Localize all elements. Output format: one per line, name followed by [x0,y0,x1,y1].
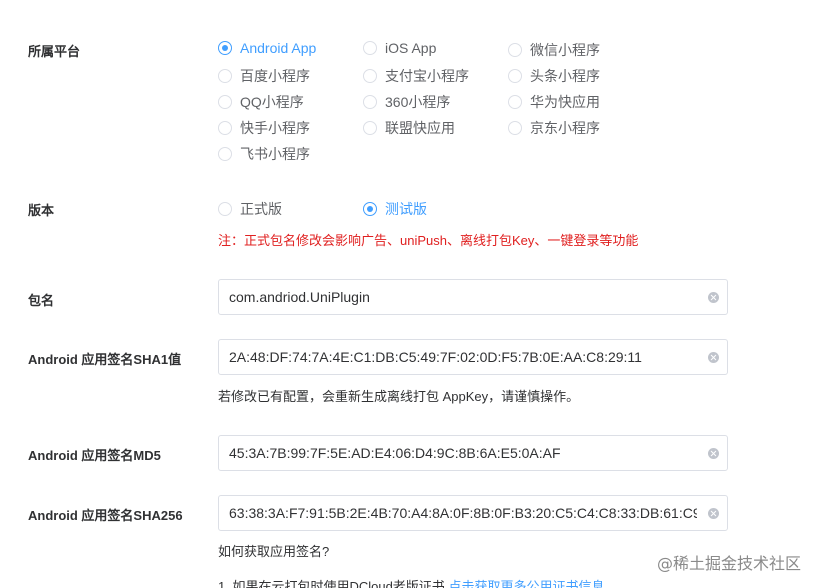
radio-unchecked-icon [508,43,522,57]
input-value: com.andriod.UniPlugin [229,289,370,305]
sha256-label: Android 应用签名SHA256 [28,508,183,523]
radio-jd-mini[interactable]: 京东小程序 [508,118,600,138]
input-value: 63:38:3A:F7:91:5B:2E:4B:70:A4:8A:0F:8B:0… [229,505,697,521]
radio-unchecked-icon [218,95,232,109]
radio-label: 测试版 [385,201,427,217]
radio-android-app[interactable]: Android App [218,40,316,56]
radio-checked-icon [218,41,232,55]
version-warning-note: 注：正式包名修改会影响广告、uniPush、离线打包Key、一键登录等功能 [218,233,639,248]
radio-test[interactable]: 测试版 [363,199,427,219]
help-line-text: 1. 如果在云打包时使用DCloud老版证书 [218,579,445,588]
radio-kuaishou-mini[interactable]: 快手小程序 [218,118,310,138]
radio-unchecked-icon [363,41,377,55]
radio-label: 联盟快应用 [385,120,455,136]
radio-label: 京东小程序 [530,120,600,136]
radio-checked-icon [363,202,377,216]
radio-unchecked-icon [218,121,232,135]
radio-label: 微信小程序 [530,42,600,58]
radio-release[interactable]: 正式版 [218,199,282,219]
package-label: 包名 [28,293,55,308]
radio-unchecked-icon [363,95,377,109]
radio-alipay-mini[interactable]: 支付宝小程序 [363,66,469,86]
radio-unchecked-icon [218,147,232,161]
radio-label: 快手小程序 [240,120,310,136]
platform-label: 所属平台 [28,44,81,59]
radio-label: 华为快应用 [530,94,600,110]
radio-unchecked-icon [508,121,522,135]
radio-unchecked-icon [508,95,522,109]
radio-baidu-mini[interactable]: 百度小程序 [218,66,310,86]
radio-label: 百度小程序 [240,68,310,84]
sha1-helper-text: 若修改已有配置，会重新生成离线打包 AppKey，请谨慎操作。 [218,389,580,404]
radio-unchecked-icon [218,202,232,216]
radio-ios-app[interactable]: iOS App [363,40,436,56]
radio-label: iOS App [385,40,437,56]
sha1-input[interactable]: 2A:48:DF:74:7A:4E:C1:DB:C5:49:7F:02:0D:F… [218,339,728,375]
public-cert-link[interactable]: 点击获取更多公用证书信息 [448,579,604,588]
radio-union-quickapp[interactable]: 联盟快应用 [363,118,455,138]
signature-help-line: 1. 如果在云打包时使用DCloud老版证书 点击获取更多公用证书信息 [218,576,604,588]
signature-help-title: 如何获取应用签名? [218,544,330,559]
package-input[interactable]: com.andriod.UniPlugin [218,279,728,315]
radio-toutiao-mini[interactable]: 头条小程序 [508,66,600,86]
radio-label: QQ小程序 [240,94,304,110]
radio-label: 头条小程序 [530,68,600,84]
watermark: @稀土掘金技术社区 [656,554,801,573]
radio-label: 支付宝小程序 [385,68,469,84]
radio-label: 正式版 [240,201,282,217]
input-value: 2A:48:DF:74:7A:4E:C1:DB:C5:49:7F:02:0D:F… [229,349,642,365]
clear-icon[interactable] [708,352,719,363]
clear-icon[interactable] [708,508,719,519]
md5-label: Android 应用签名MD5 [28,448,161,463]
radio-label: 360小程序 [385,94,451,110]
radio-qq-mini[interactable]: QQ小程序 [218,92,304,112]
clear-icon[interactable] [708,448,719,459]
sha256-input[interactable]: 63:38:3A:F7:91:5B:2E:4B:70:A4:8A:0F:8B:0… [218,495,728,531]
input-value: 45:3A:7B:99:7F:5E:AD:E4:06:D4:9C:8B:6A:E… [229,445,561,461]
radio-label: 飞书小程序 [240,146,310,162]
version-label: 版本 [28,203,55,218]
radio-feishu-mini[interactable]: 飞书小程序 [218,144,310,164]
radio-label: Android App [240,40,317,56]
md5-input[interactable]: 45:3A:7B:99:7F:5E:AD:E4:06:D4:9C:8B:6A:E… [218,435,728,471]
radio-huawei-quickapp[interactable]: 华为快应用 [508,92,600,112]
sha1-label: Android 应用签名SHA1值 [28,352,182,367]
clear-icon[interactable] [708,292,719,303]
radio-unchecked-icon [363,69,377,83]
radio-unchecked-icon [363,121,377,135]
radio-360-mini[interactable]: 360小程序 [363,92,450,112]
radio-unchecked-icon [508,69,522,83]
radio-unchecked-icon [218,69,232,83]
radio-wechat-mini[interactable]: 微信小程序 [508,40,600,60]
